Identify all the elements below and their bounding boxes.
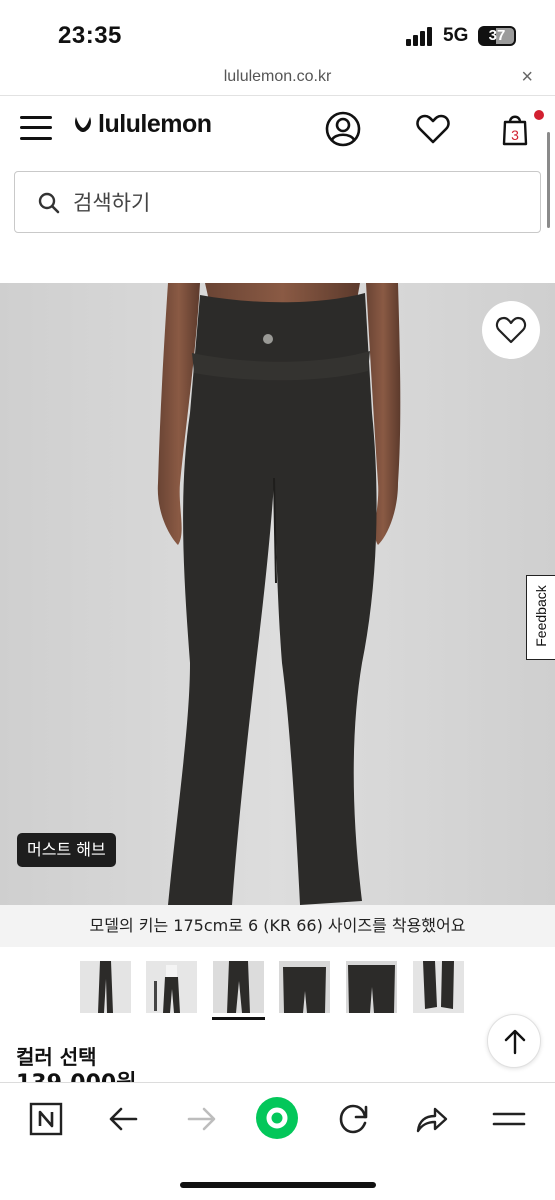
heart-icon[interactable] [414,110,452,148]
signal-icon [406,26,434,46]
thumbnail-6[interactable] [413,961,464,1013]
wishlist-button[interactable] [482,301,540,359]
product-photo [0,283,555,905]
browser-url-bar[interactable]: lululemon.co.kr × [0,62,555,96]
cart-count: 3 [511,127,519,143]
thumbnail-3[interactable] [213,961,264,1013]
menu-icon[interactable] [487,1097,531,1141]
battery-level: 37 [488,27,506,44]
green-home-icon[interactable] [254,1095,300,1141]
reload-icon[interactable] [332,1097,376,1141]
scroll-to-top-button[interactable] [487,1014,541,1068]
thumbnail-5[interactable] [346,961,397,1013]
search-box[interactable] [14,171,541,233]
menu-icon[interactable] [20,116,52,140]
product-badge: 머스트 해브 [17,833,116,867]
product-image[interactable] [0,283,555,905]
account-icon[interactable] [324,110,362,148]
naver-icon[interactable] [24,1097,68,1141]
site-header: lululemon 3 [0,96,555,162]
cart-badge-dot [534,110,544,120]
brand-wordmark[interactable]: lululemon [98,110,212,139]
shopping-bag-icon[interactable]: 3 [496,110,534,148]
share-icon[interactable] [409,1097,453,1141]
url-text[interactable]: lululemon.co.kr [0,68,555,86]
active-thumbnail-indicator [212,1017,265,1020]
forward-arrow-icon[interactable] [179,1097,223,1141]
close-icon[interactable]: × [521,66,533,89]
heart-icon [495,316,527,344]
feedback-label: Feedback [533,585,549,647]
status-bar: 23:35 5G 37 [0,0,555,62]
search-input[interactable] [73,186,513,220]
battery-icon: 37 [478,26,516,46]
clock: 23:35 [58,22,122,49]
thumbnail-4[interactable] [279,961,330,1013]
scrollbar[interactable] [547,132,550,228]
network-label: 5G [443,25,469,46]
lululemon-logo-icon[interactable] [72,114,94,136]
color-select-label: 컬러 선택 [16,1045,97,1069]
back-arrow-icon[interactable] [102,1097,146,1141]
arrow-up-icon [504,1029,526,1055]
spacer [0,233,555,283]
thumbnail-1[interactable] [80,961,131,1013]
search-icon [38,192,60,214]
thumbnail-2[interactable] [146,961,197,1013]
home-indicator[interactable] [180,1182,376,1188]
thumbnail-strip [0,947,555,1023]
feedback-tab[interactable]: Feedback [526,575,555,660]
model-size-note: 모델의 키는 175cm로 6 (KR 66) 사이즈를 착용했어요 [0,905,555,947]
